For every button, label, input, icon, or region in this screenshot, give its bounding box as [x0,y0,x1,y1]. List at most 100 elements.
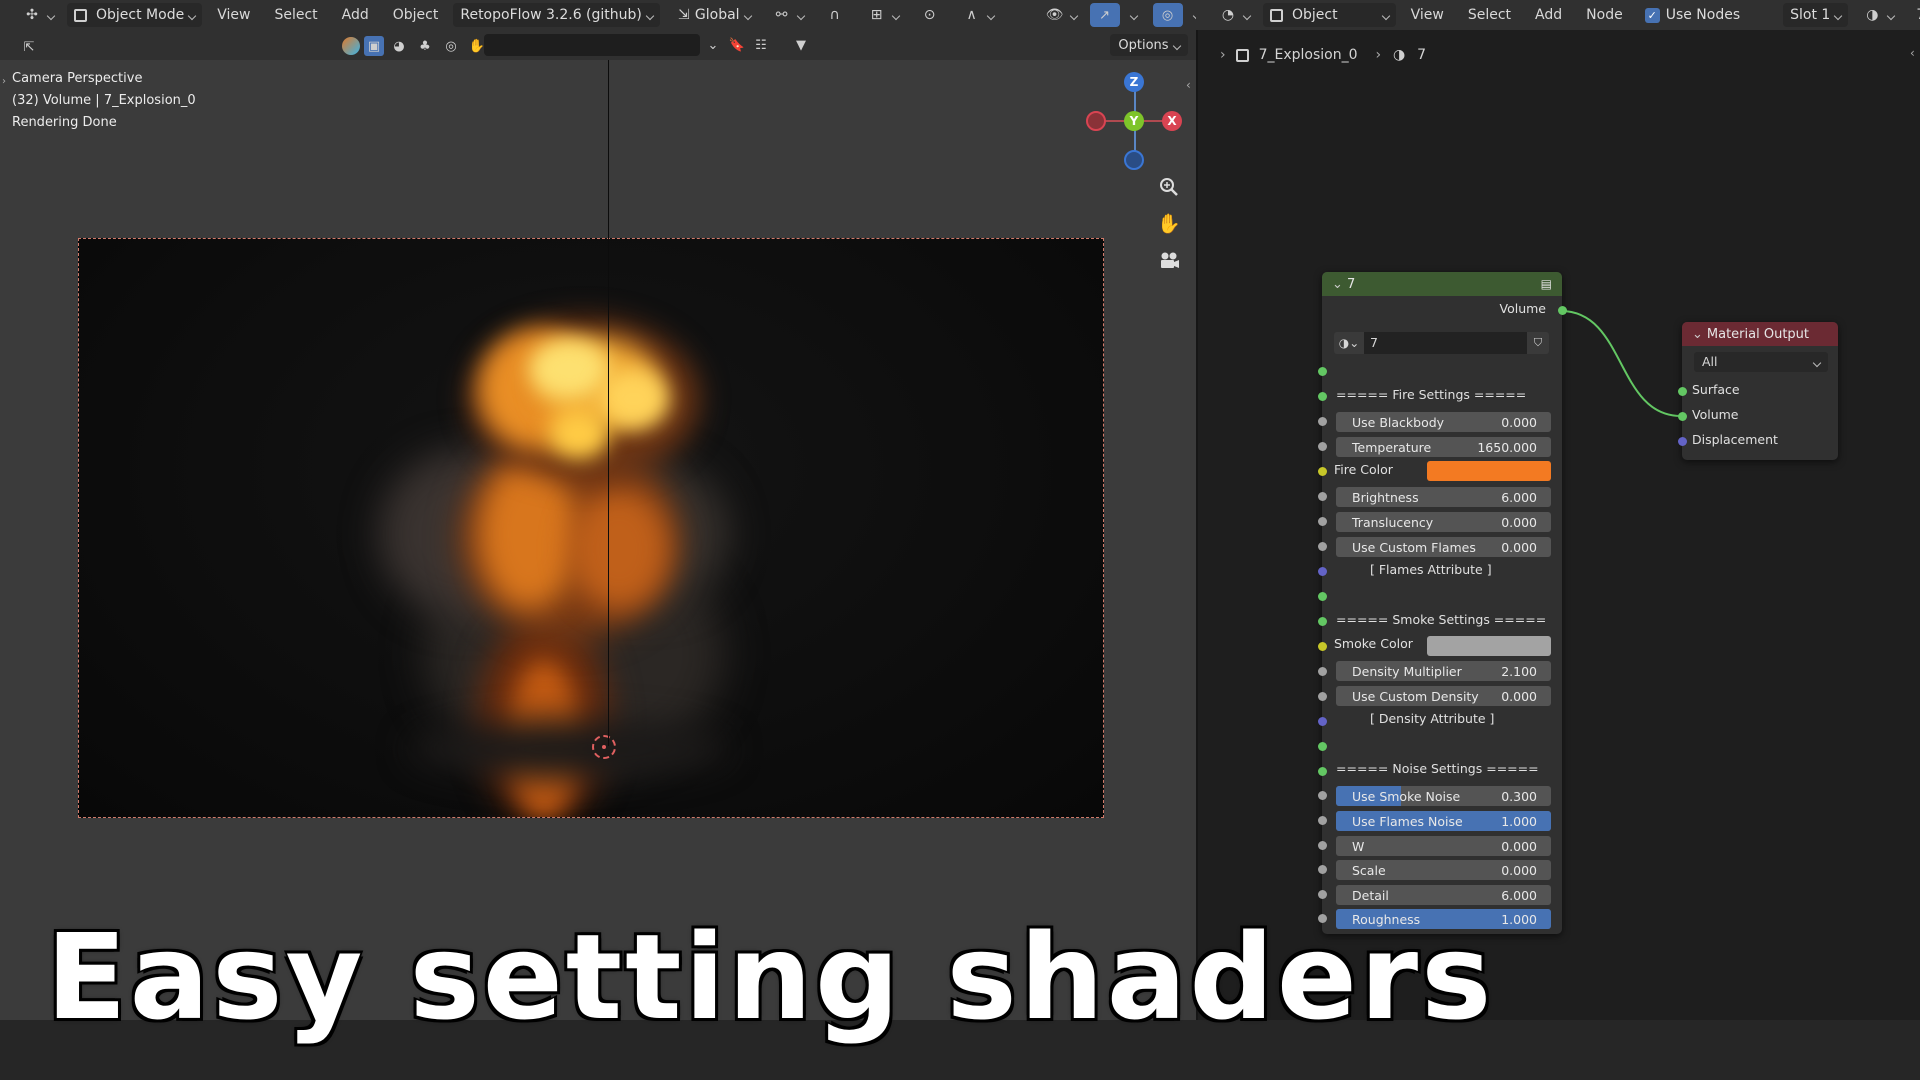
filter-dropdown-icon[interactable]: ⌄ [702,34,724,56]
use-custom-density-socket[interactable] [1318,692,1327,701]
snap-target-dropdown[interactable]: ⊞ [859,3,906,27]
spacer-socket[interactable] [1318,592,1327,601]
funnel-icon[interactable]: ▼ [790,34,812,56]
retopoflow-label: RetopoFlow 3.2.6 (github) [460,7,642,23]
noise-field-socket[interactable] [1318,841,1327,850]
overlay-toggle[interactable]: ◎ [1152,3,1183,27]
hierarchy-icon[interactable]: ☷ [750,34,772,56]
collapse-icon[interactable]: ⌄ [1692,327,1703,342]
use-custom-flames-field[interactable]: Use Custom Flames 0.000 [1336,537,1551,557]
camera-view-icon[interactable] [1154,246,1184,276]
noise-field[interactable]: Detail 6.000 [1336,885,1551,905]
volume-label: Volume [1692,407,1739,422]
brightness-field[interactable]: Brightness 6.000 [1336,487,1551,507]
field-label: W [1352,838,1365,854]
brightness-socket[interactable] [1318,492,1327,501]
noise-field-socket[interactable] [1318,791,1327,800]
gizmo-z-axis[interactable]: Z [1124,72,1144,92]
smoke-color-swatch[interactable] [1427,636,1551,656]
snap-increment-icon: ⊞ [870,7,883,23]
noise-field-socket[interactable] [1318,865,1327,874]
smoke-color-socket[interactable] [1318,642,1327,651]
fire-color-swatch[interactable] [1427,461,1551,481]
gizmo-x-axis[interactable]: X [1162,111,1182,131]
density-multiplier-field[interactable]: Density Multiplier 2.100 [1336,661,1551,681]
fire-header-socket[interactable] [1318,392,1327,401]
gizmo-y-axis[interactable]: Y [1124,111,1144,131]
retopoflow-menu[interactable]: RetopoFlow 3.2.6 (github) [453,3,660,27]
noise-field[interactable]: W 0.000 [1336,836,1551,856]
bookmark-icon[interactable]: 🔖 [726,34,748,56]
density-multiplier-socket[interactable] [1318,667,1327,676]
field-value: 0.000 [1501,539,1537,555]
datablock-selector[interactable]: ◑⌄ 7 ⛉ [1334,332,1549,354]
datablock-browse-icon[interactable]: ◑⌄ [1334,332,1364,354]
noise-field[interactable]: Use Smoke Noise 0.300 [1336,786,1551,806]
menu-view[interactable]: View [208,7,259,23]
spacer2-socket[interactable] [1318,742,1327,751]
menu-select[interactable]: Select [265,7,326,23]
search-input[interactable] [484,34,700,56]
object-filter-icon[interactable]: ▣ [364,36,384,56]
use-blackbody-field[interactable]: Use Blackbody 0.000 [1336,412,1551,432]
3d-cursor[interactable] [592,735,616,759]
use-custom-density-field[interactable]: Use Custom Density 0.000 [1336,686,1551,706]
texture-filter-icon[interactable]: ♣ [414,35,436,57]
scene-icon[interactable] [342,37,360,55]
menu-add[interactable]: Add [333,7,378,23]
smoke-header-socket[interactable] [1318,617,1327,626]
output-target-dropdown[interactable]: All [1694,352,1828,372]
snap-toggle[interactable]: ∩ [817,3,853,27]
datablock-name[interactable]: 7 [1364,332,1527,354]
visibility-dropdown[interactable]: 👁 [1037,3,1084,27]
output-volume-socket[interactable] [1558,306,1567,315]
noise-field[interactable]: Use Flames Noise 1.000 [1336,811,1551,831]
translucency-field[interactable]: Translucency 0.000 [1336,512,1551,532]
gizmo-neg-z-axis[interactable] [1124,150,1144,170]
temperature-socket[interactable] [1318,442,1327,451]
translucency-socket[interactable] [1318,517,1327,526]
collapse-icon[interactable]: ⌄ [1332,277,1347,292]
volume-socket[interactable] [1678,412,1687,421]
noise-header-socket[interactable] [1318,767,1327,776]
proportional-edit-toggle[interactable]: ⊙ [912,3,948,27]
pivot-dropdown[interactable]: ⚯ [764,3,811,27]
noise-field[interactable]: Scale 0.000 [1336,860,1551,880]
falloff-dropdown[interactable]: ∧ [954,3,1001,27]
noise-field-socket[interactable] [1318,890,1327,899]
options-button[interactable]: Options [1110,34,1188,56]
n-panel-toggle-icon[interactable]: ‹ [1186,78,1191,92]
gizmo-neg-x-axis[interactable] [1086,111,1106,131]
material-output-node[interactable]: ⌄ Material Output All Surface Volume Dis… [1678,322,1838,460]
use-blackbody-socket[interactable] [1318,417,1327,426]
node-group-icon[interactable]: ▤ [1541,277,1552,291]
menu-object[interactable]: Object [384,7,448,23]
orientation-dropdown[interactable]: ⇲ Global [666,3,758,27]
zoom-icon[interactable] [1154,172,1184,202]
select-tool-icon[interactable]: ⇱ [18,36,40,58]
material-output-header[interactable]: ⌄ Material Output [1682,322,1838,346]
gizmo-dropdown[interactable] [1126,8,1137,23]
editor-type-button[interactable]: ✣ [14,3,61,27]
mode-label: Object Mode [96,7,185,23]
surface-socket[interactable] [1678,387,1687,396]
navigation-gizmo[interactable]: Z Y X [1086,70,1182,170]
mode-dropdown[interactable]: Object Mode [67,3,203,27]
temperature-field[interactable]: Temperature 1650.000 [1336,437,1551,457]
density-attribute-socket[interactable] [1318,717,1327,726]
gizmo-toggle[interactable]: ↗ [1089,3,1120,27]
flames-attribute-socket[interactable] [1318,567,1327,576]
fire-color-socket[interactable] [1318,467,1327,476]
displacement-socket[interactable] [1678,437,1687,446]
fake-user-shield-icon[interactable]: ⛉ [1527,332,1549,354]
input-socket[interactable] [1318,367,1327,376]
world-filter-icon[interactable]: ◎ [440,35,462,57]
group-node[interactable]: ⌄ 7 ▤ Volume ◑⌄ 7 ⛉ ===== Fire Settings … [1318,272,1567,934]
noise-field-socket[interactable] [1318,816,1327,825]
pan-hand-icon[interactable]: ✋ [1154,208,1184,238]
sidebar-expand-icon[interactable]: › [2,76,6,87]
use-custom-flames-socket[interactable] [1318,542,1327,551]
group-node-header[interactable]: ⌄ 7 ▤ [1322,272,1562,296]
material-filter-icon[interactable]: ◕ [388,35,410,57]
field-value: 0.000 [1501,514,1537,530]
